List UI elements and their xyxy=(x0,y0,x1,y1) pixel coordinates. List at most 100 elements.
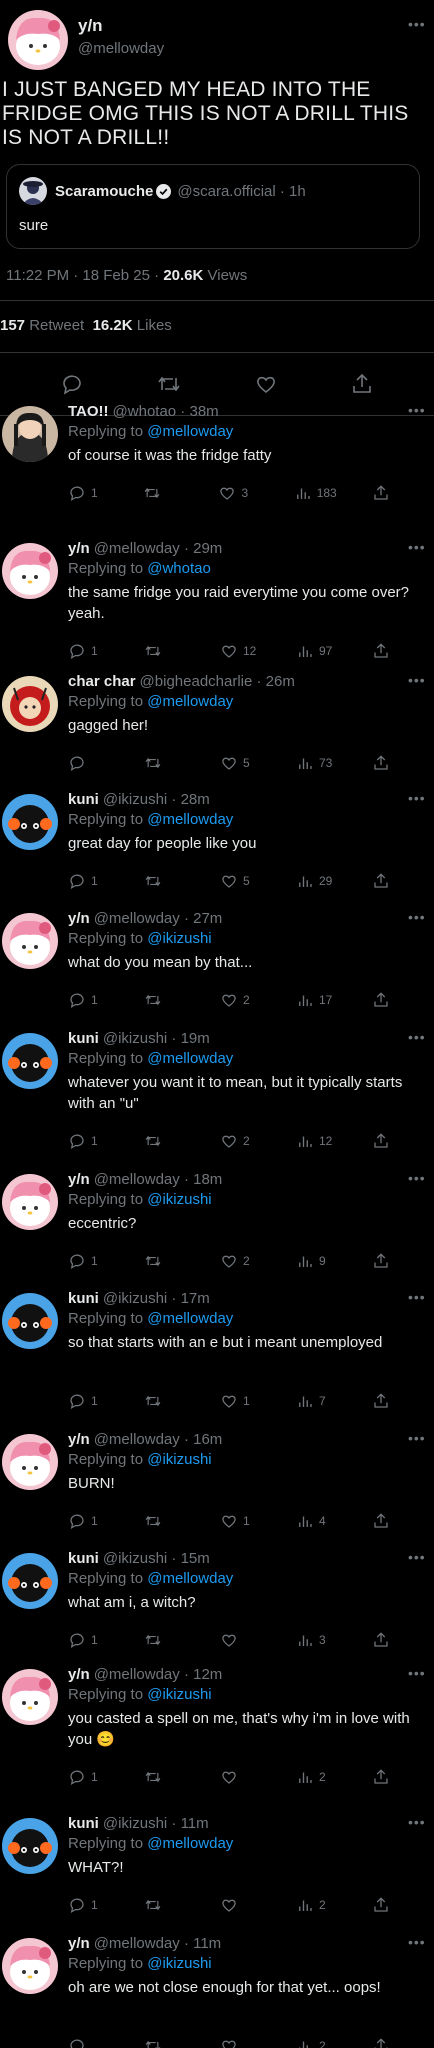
share-icon[interactable] xyxy=(350,372,374,396)
kuni-avatar[interactable] xyxy=(2,1033,58,1089)
share-icon[interactable] xyxy=(372,1252,412,1270)
retweet-icon[interactable] xyxy=(156,372,182,396)
reply-handle-time[interactable]: @mellowday · 16m xyxy=(94,1431,223,1448)
views-icon[interactable]: 12 xyxy=(296,1132,336,1150)
share-icon[interactable] xyxy=(372,754,412,772)
reply-handle-time[interactable]: @ikizushi · 19m xyxy=(103,1030,210,1047)
like-icon[interactable] xyxy=(220,1768,260,1786)
melody-avatar[interactable] xyxy=(2,913,58,969)
melody-avatar[interactable] xyxy=(2,543,58,599)
share-icon[interactable] xyxy=(372,1512,412,1530)
views-icon[interactable]: 2 xyxy=(296,1896,336,1914)
share-icon[interactable] xyxy=(372,991,412,1009)
reply-icon[interactable] xyxy=(68,2037,108,2048)
views-icon[interactable]: 2 xyxy=(296,1768,336,1786)
like-icon[interactable]: 5 xyxy=(220,872,260,890)
replying-to-handle[interactable]: @mellowday xyxy=(147,693,233,710)
views-count[interactable]: 20.6K xyxy=(163,267,203,284)
replying-to-handle[interactable]: @mellowday xyxy=(147,1310,233,1327)
reply-handle-time[interactable]: @mellowday · 12m xyxy=(94,1666,223,1683)
reply-handle-time[interactable]: @bigheadcharlie · 26m xyxy=(140,673,295,690)
share-icon[interactable] xyxy=(372,1631,412,1649)
reply-author-name[interactable]: y/n xyxy=(68,910,90,927)
reply-icon[interactable]: 1 xyxy=(68,1512,108,1530)
retweet-icon[interactable] xyxy=(144,1392,184,1410)
reply-author-name[interactable]: y/n xyxy=(68,1171,90,1188)
like-icon[interactable]: 5 xyxy=(220,754,260,772)
share-icon[interactable] xyxy=(372,1768,412,1786)
views-icon[interactable]: 183 xyxy=(294,484,337,502)
kuni-avatar[interactable] xyxy=(2,1293,58,1349)
reply-icon[interactable]: 1 xyxy=(68,484,108,502)
retweet-icon[interactable] xyxy=(144,754,184,772)
retweet-icon[interactable] xyxy=(144,872,184,890)
melody-avatar[interactable] xyxy=(2,1938,58,1994)
more-options-icon[interactable]: ••• xyxy=(408,16,426,32)
reply-author-name[interactable]: char char xyxy=(68,673,136,690)
like-icon[interactable] xyxy=(220,2037,260,2048)
replying-to-handle[interactable]: @mellowday xyxy=(147,1050,233,1067)
retweet-icon[interactable] xyxy=(144,991,184,1009)
reply-author-name[interactable]: y/n xyxy=(68,1431,90,1448)
retweet-icon[interactable] xyxy=(144,1896,184,1914)
melody-avatar[interactable] xyxy=(2,1669,58,1725)
main-author-name[interactable]: y/n xyxy=(78,16,164,36)
retweet-label[interactable]: Retweet xyxy=(25,317,84,334)
reply-icon[interactable] xyxy=(60,372,84,396)
kuni-avatar[interactable] xyxy=(2,1818,58,1874)
replying-to-handle[interactable]: @mellowday xyxy=(147,1835,233,1852)
share-icon[interactable] xyxy=(372,1896,412,1914)
kuni-avatar[interactable] xyxy=(2,1553,58,1609)
more-options-icon[interactable]: ••• xyxy=(408,1934,426,1950)
reply-handle-time[interactable]: @mellowday · 27m xyxy=(94,910,223,927)
more-options-icon[interactable]: ••• xyxy=(408,909,426,925)
views-icon[interactable]: 29 xyxy=(296,872,336,890)
melody-avatar[interactable] xyxy=(8,10,68,70)
replying-to-handle[interactable]: @whotao xyxy=(147,560,211,577)
likes-label[interactable]: Likes xyxy=(133,317,172,334)
replying-to-handle[interactable]: @mellowday xyxy=(147,1570,233,1587)
like-icon[interactable]: 2 xyxy=(220,991,260,1009)
reply-icon[interactable]: 1 xyxy=(68,1896,108,1914)
reply-icon[interactable]: 1 xyxy=(68,1252,108,1270)
like-icon[interactable]: 2 xyxy=(220,1132,260,1150)
views-icon[interactable]: 17 xyxy=(296,991,336,1009)
replying-to-handle[interactable]: @ikizushi xyxy=(147,1955,211,1972)
likes-count[interactable]: 16.2K xyxy=(93,317,133,334)
share-icon[interactable] xyxy=(372,872,412,890)
retweet-icon[interactable] xyxy=(144,1252,184,1270)
melody-avatar[interactable] xyxy=(2,1434,58,1490)
retweet-count[interactable]: 157 xyxy=(0,317,25,334)
like-icon[interactable]: 1 xyxy=(220,1512,260,1530)
reply-author-name[interactable]: y/n xyxy=(68,1666,90,1683)
charlie-avatar[interactable] xyxy=(2,676,58,732)
reply-handle-time[interactable]: @ikizushi · 17m xyxy=(103,1290,210,1307)
like-icon[interactable] xyxy=(220,1631,260,1649)
more-options-icon[interactable]: ••• xyxy=(408,672,426,688)
quoted-tweet[interactable]: Scaramouche @scara.official · 1h sure xyxy=(6,164,420,249)
like-icon[interactable]: 1 xyxy=(220,1392,260,1410)
replying-to-handle[interactable]: @ikizushi xyxy=(147,930,211,947)
reply-icon[interactable]: 1 xyxy=(68,872,108,890)
views-icon[interactable]: 7 xyxy=(296,1392,336,1410)
more-options-icon[interactable]: ••• xyxy=(408,790,426,806)
reply-author-name[interactable]: y/n xyxy=(68,540,90,557)
reply-icon[interactable] xyxy=(68,754,108,772)
reply-author-name[interactable]: kuni xyxy=(68,1030,99,1047)
reply-handle-time[interactable]: @mellowday · 29m xyxy=(94,540,223,557)
reply-author-name[interactable]: kuni xyxy=(68,1815,99,1832)
share-icon[interactable] xyxy=(372,1132,412,1150)
reply-icon[interactable]: 1 xyxy=(68,1132,108,1150)
reply-author-name[interactable]: kuni xyxy=(68,1550,99,1567)
views-icon[interactable]: 3 xyxy=(296,1631,336,1649)
melody-avatar[interactable] xyxy=(2,1174,58,1230)
reply-author-name[interactable]: kuni xyxy=(68,791,99,808)
more-options-icon[interactable]: ••• xyxy=(408,1665,426,1681)
like-icon[interactable]: 3 xyxy=(218,484,258,502)
views-icon[interactable]: 97 xyxy=(296,642,336,660)
retweet-icon[interactable] xyxy=(144,1132,184,1150)
reply-icon[interactable]: 1 xyxy=(68,1392,108,1410)
replying-to-handle[interactable]: @ikizushi xyxy=(147,1191,211,1208)
reply-icon[interactable]: 1 xyxy=(68,642,108,660)
replying-to-handle[interactable]: @mellowday xyxy=(147,423,233,440)
